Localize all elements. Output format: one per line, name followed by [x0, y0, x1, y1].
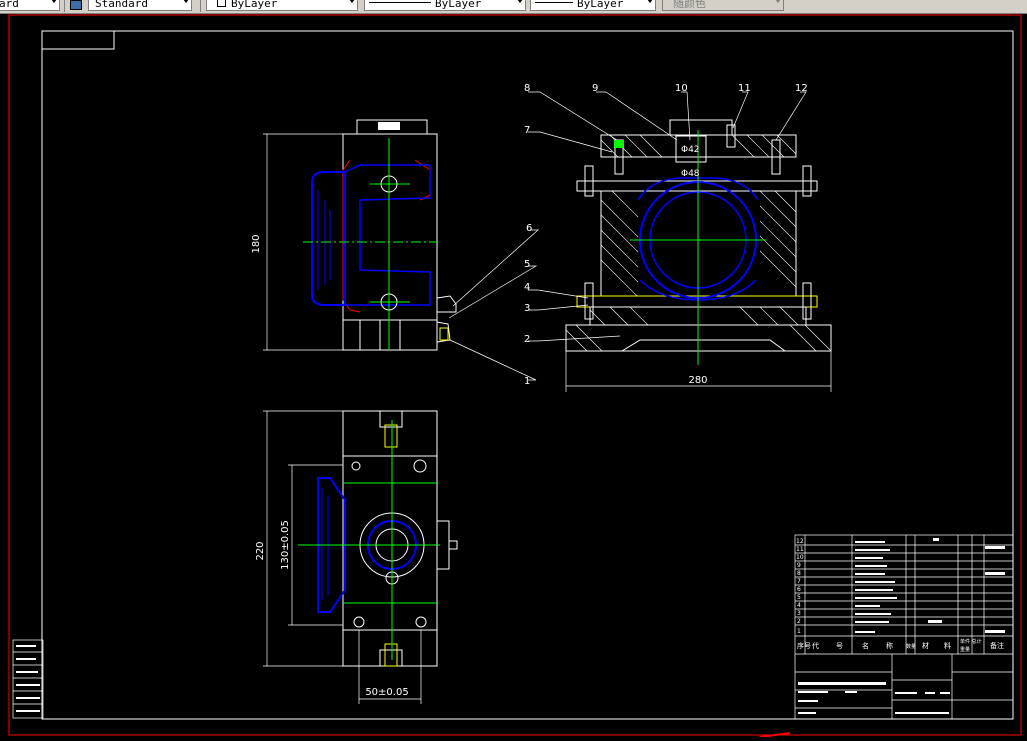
tb-part-8: 8 [797, 570, 801, 577]
tb-part-10: 10 [796, 554, 804, 561]
toolbar-separator [200, 0, 201, 12]
revision-block [12, 639, 44, 719]
balloon-labels: 8 9 10 11 12 7 6 5 4 3 2 1 [524, 83, 808, 387]
dimstyle-combo[interactable]: ard [0, 0, 60, 11]
tb-col-qty: 数量 [906, 643, 916, 650]
tb-part-12: 12 [796, 538, 804, 545]
title-block-header: 序号 代 号 名 称 数量 材 料 单件 总计 重量 备注 [797, 638, 1004, 653]
toolbar-separator [64, 0, 65, 12]
balloon-10: 10 [675, 83, 688, 94]
tb-part-11: 11 [796, 546, 804, 553]
side-view: 180 [251, 119, 457, 351]
balloon-6: 6 [526, 223, 532, 234]
tb-part-6: 6 [797, 586, 801, 593]
balloon-1: 1 [524, 376, 530, 387]
dim-length-plan: 220 [255, 541, 266, 560]
balloon-8: 8 [524, 83, 530, 94]
balloon-2: 2 [524, 334, 530, 345]
linetype-combo[interactable]: ByLayer [364, 0, 526, 11]
balloon-7: 7 [524, 125, 530, 136]
chevron-down-icon[interactable] [51, 0, 57, 3]
balloon-3: 3 [524, 303, 530, 314]
tb-col-weight-sub: 单件 总计 [960, 638, 982, 645]
tb-col-material-1: 材 [922, 641, 929, 650]
properties-toolbar: ard Standard ByLayer ByLayer ByLayer 随颜色 [0, 0, 1027, 14]
color-value: ByLayer [231, 0, 278, 10]
tb-col-remark: 备注 [990, 641, 1004, 650]
title-block-part-numbers: 12 11 10 9 8 7 6 5 4 3 2 1 [796, 538, 804, 635]
balloon-9: 9 [592, 83, 598, 94]
balloon-12: 12 [795, 83, 808, 94]
linetype-value: ByLayer [435, 0, 482, 10]
textstyle-value: Standard [95, 0, 148, 10]
front-view: Φ42 Φ48 280 [565, 119, 832, 392]
plotstyle-value: 随颜色 [673, 0, 706, 10]
dim-span-plan: 130±0.05 [280, 520, 291, 570]
balloon-11: 11 [738, 83, 751, 94]
tb-col-material-2: 料 [944, 641, 951, 650]
frame-corner-box [41, 30, 115, 50]
balloon-5: 5 [524, 259, 530, 270]
tb-part-3: 3 [797, 610, 801, 617]
tb-part-2: 2 [797, 618, 801, 625]
lineweight-preview-icon [535, 2, 573, 3]
lineweight-value: ByLayer [577, 0, 624, 10]
chevron-down-icon[interactable] [775, 0, 781, 3]
textstyle-combo[interactable]: Standard [88, 0, 192, 11]
plotstyle-combo[interactable]: 随颜色 [662, 0, 784, 11]
tb-col-name-2: 称 [886, 641, 893, 650]
chevron-down-icon[interactable] [517, 0, 523, 3]
balloon-4: 4 [524, 282, 530, 293]
textstyle-icon[interactable] [70, 0, 82, 10]
tb-col-code-2: 号 [836, 642, 843, 650]
chevron-down-icon[interactable] [647, 0, 653, 3]
color-combo[interactable]: ByLayer [206, 0, 358, 11]
color-swatch-icon [217, 0, 226, 7]
dim-bore-2: Φ48 [681, 169, 700, 179]
tb-col-name-1: 名 [862, 641, 869, 650]
tb-part-7: 7 [797, 578, 801, 585]
dim-width-plan: 50±0.05 [365, 687, 408, 698]
tb-part-5: 5 [797, 594, 801, 601]
revision-block-marks [16, 645, 40, 712]
lineweight-combo[interactable]: ByLayer [530, 0, 656, 11]
dim-height-left: 180 [251, 234, 262, 253]
drawing-canvas[interactable]: 180 Φ42 Φ48 280 8 9 10 11 12 7 6 5 4 3 2… [0, 14, 1027, 738]
tb-part-9: 9 [797, 562, 801, 569]
title-block-fill-marks [798, 538, 1005, 714]
linetype-preview-icon [369, 2, 431, 3]
tb-col-weight: 重量 [960, 646, 970, 653]
chevron-down-icon[interactable] [183, 0, 189, 3]
dimstyle-value: ard [0, 0, 19, 10]
chevron-down-icon[interactable] [349, 0, 355, 3]
tb-part-1: 1 [797, 628, 801, 635]
tb-part-4: 4 [797, 602, 801, 609]
tb-col-seq: 序号 [797, 641, 811, 650]
plan-view: 220 130±0.05 50±0.05 [255, 410, 458, 704]
dim-bore-1: Φ42 [681, 145, 700, 155]
dim-width-front: 280 [688, 375, 707, 386]
tb-col-code-1: 代 [812, 641, 819, 650]
sheet-border [8, 14, 1022, 736]
